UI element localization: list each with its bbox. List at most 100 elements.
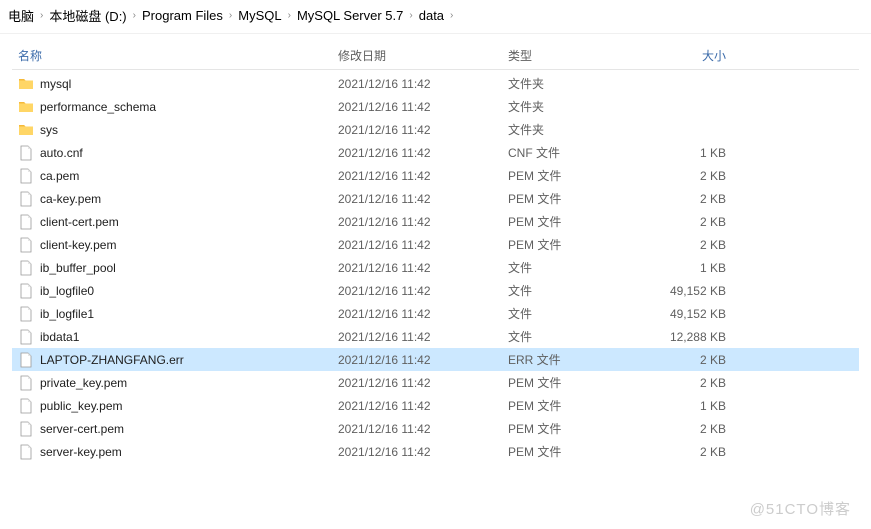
file-name: mysql xyxy=(40,77,71,91)
file-name: ib_logfile1 xyxy=(40,307,94,321)
table-row[interactable]: ib_logfile0 2021/12/16 11:42文件49,152 KB xyxy=(12,279,859,302)
breadcrumb-segment[interactable]: 电脑 xyxy=(8,6,34,25)
breadcrumb[interactable]: 电脑 › 本地磁盘 (D:) › Program Files › MySQL › MySQL S… xyxy=(0,0,871,34)
file-name: ca.pem xyxy=(40,169,79,183)
file-icon xyxy=(18,214,34,230)
table-row[interactable]: ib_buffer_pool 2021/12/16 11:42文件1 KB xyxy=(12,256,859,279)
breadcrumb-segment[interactable]: MySQL xyxy=(238,8,281,23)
file-date: 2021/12/16 11:42 xyxy=(332,169,502,183)
table-row[interactable]: client-cert.pem 2021/12/16 11:42PEM 文件2 K… xyxy=(12,210,859,233)
file-name: ib_buffer_pool xyxy=(40,261,116,275)
folder-icon xyxy=(18,122,34,138)
file-type: PEM 文件 xyxy=(502,190,642,207)
file-type: 文件 xyxy=(502,282,642,299)
table-row[interactable]: auto.cnf2021/12/16 11:42CNF 文件1 KB xyxy=(12,141,859,164)
file-name: performance_schema xyxy=(40,100,156,114)
file-name: ibdata1 xyxy=(40,330,79,344)
table-row[interactable]: private_key.pem2021/12/16 11:42PEM 文件2 K… xyxy=(12,371,859,394)
chevron-right-icon: › xyxy=(286,10,293,21)
watermark: @51CTO博客 xyxy=(750,498,851,519)
chevron-right-icon: › xyxy=(407,10,414,21)
folder-icon xyxy=(18,76,34,92)
file-date: 2021/12/16 11:42 xyxy=(332,123,502,137)
folder-icon xyxy=(18,99,34,115)
table-row[interactable]: ca.pem 2021/12/16 11:42PEM 文件2 KB xyxy=(12,164,859,187)
breadcrumb-segment[interactable]: Program Files xyxy=(142,8,223,23)
table-row[interactable]: ca-key.pem2021/12/16 11:42PEM 文件2 KB xyxy=(12,187,859,210)
file-size: 2 KB xyxy=(642,238,742,252)
file-size: 49,152 KB xyxy=(642,307,742,321)
file-size: 2 KB xyxy=(642,353,742,367)
chevron-right-icon: › xyxy=(448,10,455,21)
table-row[interactable]: sys2021/12/16 11:42文件夹 xyxy=(12,118,859,141)
table-row[interactable]: performance_schema2021/12/16 11:42文件夹 xyxy=(12,95,859,118)
file-type: PEM 文件 xyxy=(502,443,642,460)
file-date: 2021/12/16 11:42 xyxy=(332,215,502,229)
file-icon xyxy=(18,306,34,322)
file-date: 2021/12/16 11:42 xyxy=(332,284,502,298)
table-row[interactable]: client-key.pem 2021/12/16 11:42PEM 文件2 KB xyxy=(12,233,859,256)
file-type: 文件夹 xyxy=(502,75,642,92)
file-date: 2021/12/16 11:42 xyxy=(332,100,502,114)
file-icon xyxy=(18,168,34,184)
file-type: 文件 xyxy=(502,259,642,276)
file-name: client-key.pem xyxy=(40,238,116,252)
file-name: client-cert.pem xyxy=(40,215,119,229)
file-date: 2021/12/16 11:42 xyxy=(332,261,502,275)
file-size: 2 KB xyxy=(642,445,742,459)
table-row[interactable]: LAPTOP-ZHANGFANG.err2021/12/16 11:42ERR … xyxy=(12,348,859,371)
file-date: 2021/12/16 11:42 xyxy=(332,376,502,390)
file-size: 1 KB xyxy=(642,261,742,275)
file-name: public_key.pem xyxy=(40,399,123,413)
column-header-date[interactable]: 修改日期 xyxy=(332,47,502,64)
file-date: 2021/12/16 11:42 xyxy=(332,238,502,252)
file-date: 2021/12/16 11:42 xyxy=(332,445,502,459)
table-row[interactable]: server-cert.pem2021/12/16 11:42PEM 文件2 K… xyxy=(12,417,859,440)
file-icon xyxy=(18,329,34,345)
table-row[interactable]: mysql 2021/12/16 11:42文件夹 xyxy=(12,72,859,95)
file-name: private_key.pem xyxy=(40,376,127,390)
file-date: 2021/12/16 11:42 xyxy=(332,77,502,91)
file-icon xyxy=(18,237,34,253)
file-name: LAPTOP-ZHANGFANG.err xyxy=(40,353,184,367)
table-row[interactable]: ibdata12021/12/16 11:42文件12,288 KB xyxy=(12,325,859,348)
table-row[interactable]: ib_logfile12021/12/16 11:42文件49,152 KB xyxy=(12,302,859,325)
file-type: PEM 文件 xyxy=(502,213,642,230)
file-name: ca-key.pem xyxy=(40,192,101,206)
file-date: 2021/12/16 11:42 xyxy=(332,399,502,413)
file-name: server-key.pem xyxy=(40,445,122,459)
file-icon xyxy=(18,283,34,299)
file-size: 12,288 KB xyxy=(642,330,742,344)
file-icon xyxy=(18,421,34,437)
file-size: 2 KB xyxy=(642,215,742,229)
breadcrumb-segment[interactable]: MySQL Server 5.7 xyxy=(297,8,403,23)
file-type: 文件夹 xyxy=(502,121,642,138)
file-icon xyxy=(18,444,34,460)
file-type: PEM 文件 xyxy=(502,167,642,184)
file-type: ERR 文件 xyxy=(502,351,642,368)
file-type: PEM 文件 xyxy=(502,236,642,253)
file-type: 文件 xyxy=(502,305,642,322)
file-size: 2 KB xyxy=(642,169,742,183)
file-icon xyxy=(18,260,34,276)
file-size: 1 KB xyxy=(642,399,742,413)
file-size: 1 KB xyxy=(642,146,742,160)
chevron-right-icon: › xyxy=(131,10,138,21)
file-type: PEM 文件 xyxy=(502,374,642,391)
file-type: PEM 文件 xyxy=(502,420,642,437)
breadcrumb-segment[interactable]: 本地磁盘 (D:) xyxy=(49,6,126,25)
file-size: 2 KB xyxy=(642,422,742,436)
table-row[interactable]: server-key.pem 2021/12/16 11:42PEM 文件2 KB xyxy=(12,440,859,463)
file-type: CNF 文件 xyxy=(502,144,642,161)
breadcrumb-segment[interactable]: data xyxy=(419,8,444,23)
file-type: PEM 文件 xyxy=(502,397,642,414)
column-header-type[interactable]: 类型 xyxy=(502,47,642,64)
column-header-size[interactable]: 大小 xyxy=(642,47,742,64)
file-size: 49,152 KB xyxy=(642,284,742,298)
column-header-name[interactable]: 名称 xyxy=(12,47,332,64)
table-row[interactable]: public_key.pem 2021/12/16 11:42PEM 文件1 KB xyxy=(12,394,859,417)
column-header-row: 名称 修改日期 类型 大小 xyxy=(12,42,859,70)
file-name: ib_logfile0 xyxy=(40,284,94,298)
chevron-right-icon: › xyxy=(38,10,45,21)
file-list: mysql2021/12/16 11:42文件夹performance_sche… xyxy=(12,72,859,463)
